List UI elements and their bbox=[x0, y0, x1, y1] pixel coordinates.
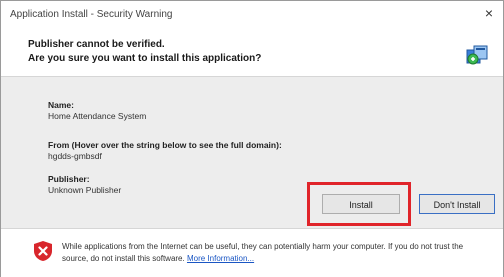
security-warning-dialog: Application Install - Security Warning ×… bbox=[0, 0, 504, 277]
publisher-warning-heading: Publisher cannot be verified. bbox=[28, 39, 165, 50]
title-bar: Application Install - Security Warning × bbox=[1, 1, 503, 27]
warning-message: While applications from the Internet can… bbox=[62, 241, 487, 265]
name-value: Home Attendance System bbox=[48, 111, 147, 121]
from-value[interactable]: hgdds-gmbsdf bbox=[48, 151, 102, 161]
publisher-label: Publisher: bbox=[48, 174, 90, 184]
warning-text: While applications from the Internet can… bbox=[62, 242, 464, 263]
application-install-icon bbox=[466, 45, 488, 65]
warning-footer: While applications from the Internet can… bbox=[1, 228, 503, 277]
close-icon[interactable]: × bbox=[481, 5, 497, 21]
shield-warning-icon bbox=[34, 241, 52, 261]
install-highlight-box bbox=[307, 182, 411, 226]
install-question: Are you sure you want to install this ap… bbox=[28, 53, 262, 64]
dialog-header: Publisher cannot be verified. Are you su… bbox=[1, 27, 503, 75]
name-label: Name: bbox=[48, 100, 74, 110]
window-title: Application Install - Security Warning bbox=[10, 9, 173, 20]
from-label: From (Hover over the string below to see… bbox=[48, 140, 282, 150]
more-information-link[interactable]: More Information... bbox=[187, 254, 254, 263]
publisher-value: Unknown Publisher bbox=[48, 185, 122, 195]
dont-install-button[interactable]: Don't Install bbox=[419, 194, 495, 214]
